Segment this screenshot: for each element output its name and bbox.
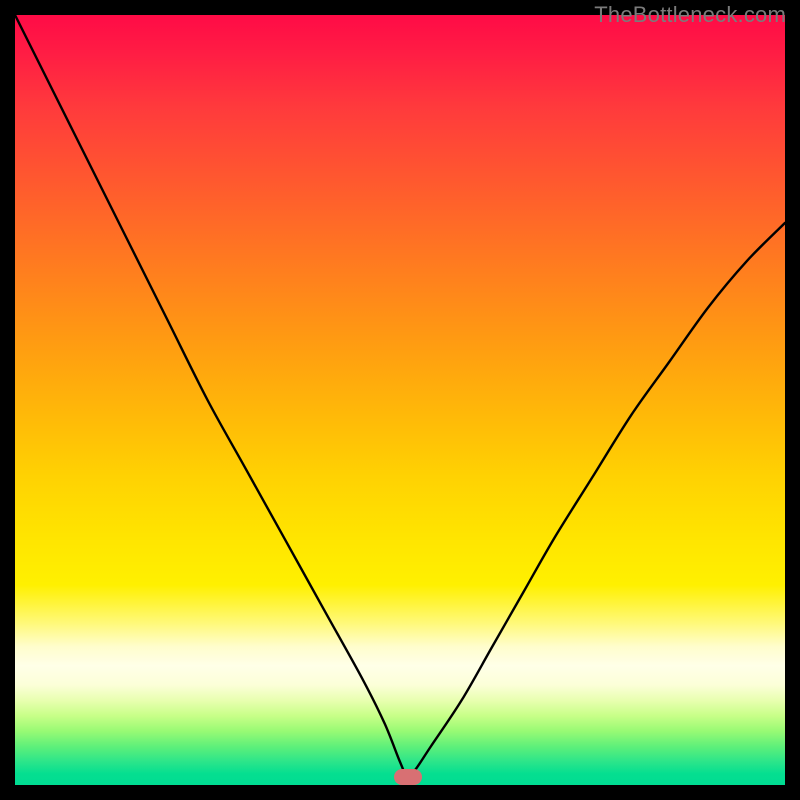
optimal-marker <box>394 769 422 785</box>
watermark-text: TheBottleneck.com <box>594 2 786 28</box>
chart-frame: TheBottleneck.com <box>0 0 800 800</box>
plot-area <box>15 15 785 785</box>
